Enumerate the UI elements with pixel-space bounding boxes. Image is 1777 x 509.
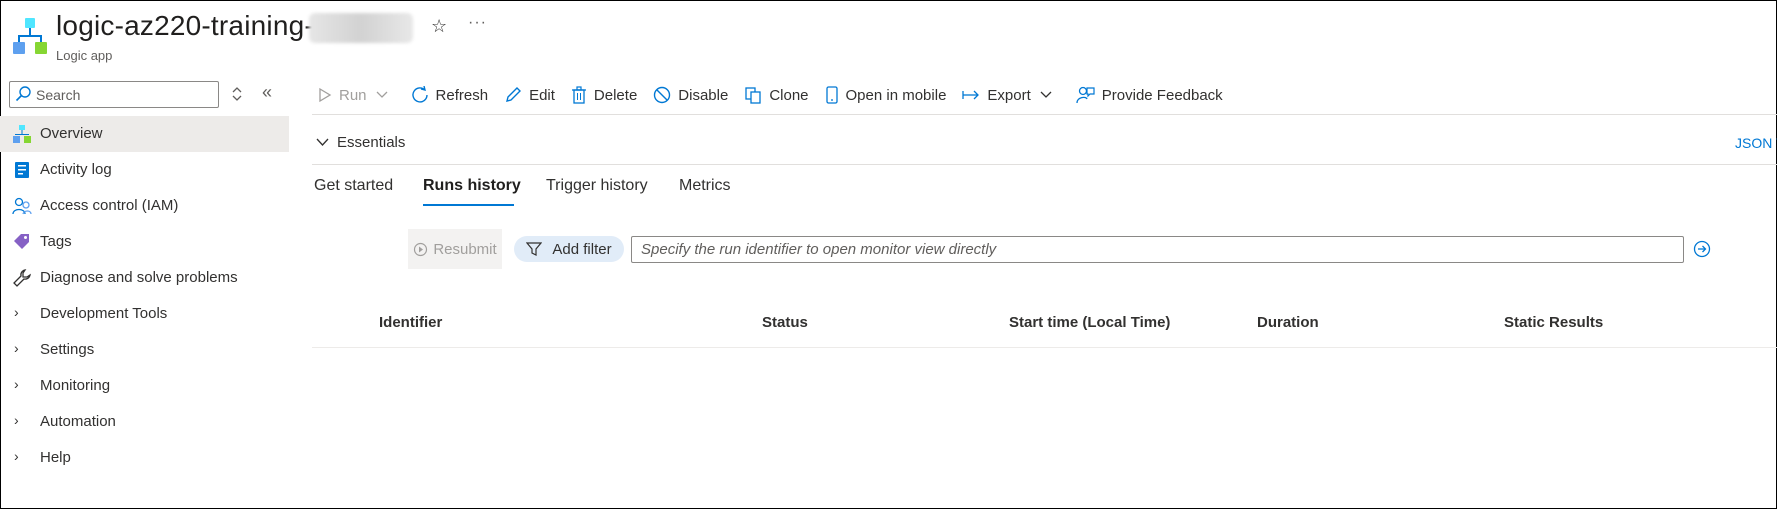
column-header-static-results[interactable]: Static Results: [1504, 314, 1603, 331]
open-in-mobile-button[interactable]: Open in mobile: [825, 86, 947, 104]
add-filter-label: Add filter: [552, 240, 612, 258]
sidebar-item-diagnose[interactable]: Diagnose and solve problems: [0, 260, 289, 296]
page-subtitle: Logic app: [56, 48, 113, 63]
collapse-sidebar-icon[interactable]: «: [262, 82, 272, 103]
pencil-icon: [506, 87, 522, 102]
chevron-right-icon: ›: [14, 412, 19, 428]
command-bar: Run Refresh Edit Delete Disable Clone Op…: [318, 81, 1239, 109]
export-label: Export: [987, 86, 1031, 104]
sidebar-item-label: Access control (IAM): [40, 197, 179, 214]
activity-log-icon: [15, 162, 29, 178]
go-arrow-icon[interactable]: [1693, 240, 1711, 258]
refresh-button[interactable]: Refresh: [411, 86, 489, 104]
tab-trigger-history[interactable]: Trigger history: [546, 177, 648, 195]
run-identifier-input[interactable]: [632, 237, 1683, 262]
essentials-divider: [312, 164, 1777, 165]
sidebar-item-label: Settings: [40, 341, 95, 358]
sidebar-search-box[interactable]: [9, 81, 219, 108]
table-header-divider: [312, 347, 1777, 348]
sidebar-item-tags[interactable]: Tags: [0, 224, 289, 260]
star-icon[interactable]: ☆: [431, 16, 447, 37]
essentials-toggle[interactable]: Essentials: [316, 134, 405, 151]
column-header-start-time[interactable]: Start time (Local Time): [1009, 314, 1170, 331]
play-icon: [319, 87, 332, 103]
sidebar-item-overview[interactable]: Overview: [0, 116, 289, 152]
filter-icon: [526, 242, 543, 256]
sidebar-item-help[interactable]: › Help: [0, 440, 289, 476]
tab-get-started[interactable]: Get started: [314, 177, 393, 195]
provide-feedback-button[interactable]: Provide Feedback: [1075, 85, 1223, 105]
resubmit-label: Resubmit: [433, 240, 497, 258]
sidebar-item-label: Diagnose and solve problems: [40, 269, 238, 286]
page-title: logic-az220-training-: [56, 10, 314, 41]
sidebar-item-development-tools[interactable]: › Development Tools: [0, 296, 289, 332]
run-button[interactable]: Run: [318, 87, 395, 104]
resubmit-icon: [414, 242, 428, 256]
column-header-identifier[interactable]: Identifier: [379, 314, 442, 331]
clone-button[interactable]: Clone: [744, 86, 809, 104]
sidebar-item-automation[interactable]: › Automation: [0, 404, 289, 440]
edit-button[interactable]: Edit: [504, 86, 555, 104]
mobile-icon: [825, 86, 838, 104]
sidebar-item-label: Development Tools: [40, 305, 168, 322]
refresh-icon: [411, 86, 428, 103]
clone-label: Clone: [769, 86, 809, 104]
chevron-right-icon: ›: [14, 448, 19, 464]
sidebar-item-monitoring[interactable]: › Monitoring: [0, 368, 289, 404]
trash-icon: [571, 86, 586, 104]
sidebar-item-activity-log[interactable]: Activity log: [0, 152, 289, 188]
sidebar-item-label: Tags: [40, 233, 72, 250]
chevron-right-icon: ›: [14, 340, 19, 356]
chevron-right-icon: ›: [14, 304, 19, 320]
redacted-name: [309, 13, 413, 43]
provide-feedback-label: Provide Feedback: [1101, 86, 1223, 104]
run-label: Run: [339, 86, 367, 104]
wrench-icon: [13, 269, 31, 287]
column-header-duration[interactable]: Duration: [1257, 314, 1319, 331]
chevron-down-icon: [376, 91, 387, 98]
sidebar-search-input[interactable]: [36, 85, 214, 104]
feedback-icon: [1076, 86, 1095, 104]
sidebar-item-settings[interactable]: › Settings: [0, 332, 289, 368]
logic-app-icon: [13, 125, 31, 143]
chevron-right-icon: ›: [14, 376, 19, 392]
sidebar-item-label: Help: [40, 449, 71, 466]
tab-runs-history[interactable]: Runs history: [423, 177, 521, 195]
delete-button[interactable]: Delete: [571, 86, 637, 104]
export-button[interactable]: Export: [962, 87, 1058, 104]
open-in-mobile-label: Open in mobile: [845, 86, 947, 104]
clone-icon: [745, 87, 761, 104]
refresh-label: Refresh: [435, 86, 489, 104]
sidebar-item-label: Overview: [40, 125, 103, 142]
disable-button[interactable]: Disable: [653, 86, 728, 104]
delete-label: Delete: [593, 86, 638, 104]
sidebar-item-access-control[interactable]: Access control (IAM): [0, 188, 289, 224]
chevron-down-icon: [1040, 91, 1052, 98]
active-tab-indicator: [423, 204, 514, 206]
column-header-status[interactable]: Status: [762, 314, 808, 331]
people-icon: [12, 197, 32, 215]
add-filter-button[interactable]: Add filter: [514, 236, 624, 262]
json-view-link[interactable]: JSON V: [1735, 135, 1777, 151]
disable-icon: [654, 86, 671, 104]
ellipsis-icon[interactable]: ···: [468, 14, 487, 32]
tab-metrics[interactable]: Metrics: [679, 177, 731, 195]
edit-label: Edit: [529, 86, 555, 104]
sidebar-item-label: Monitoring: [40, 377, 111, 394]
export-icon: [962, 90, 980, 100]
chevron-down-icon: [316, 138, 329, 146]
logic-app-icon: [13, 18, 47, 54]
disable-label: Disable: [678, 86, 729, 104]
resubmit-button[interactable]: Resubmit: [408, 229, 502, 269]
toolbar-divider: [312, 114, 1777, 115]
tag-icon: [14, 234, 29, 249]
sidebar-item-label: Automation: [40, 413, 116, 430]
essentials-label: Essentials: [337, 134, 406, 151]
search-icon: [15, 86, 31, 102]
sort-icon[interactable]: [230, 85, 244, 103]
run-identifier-field[interactable]: [631, 236, 1684, 263]
sidebar-item-label: Activity log: [40, 161, 112, 178]
sidebar-nav: Overview Activity log Access control (IA…: [0, 116, 289, 476]
